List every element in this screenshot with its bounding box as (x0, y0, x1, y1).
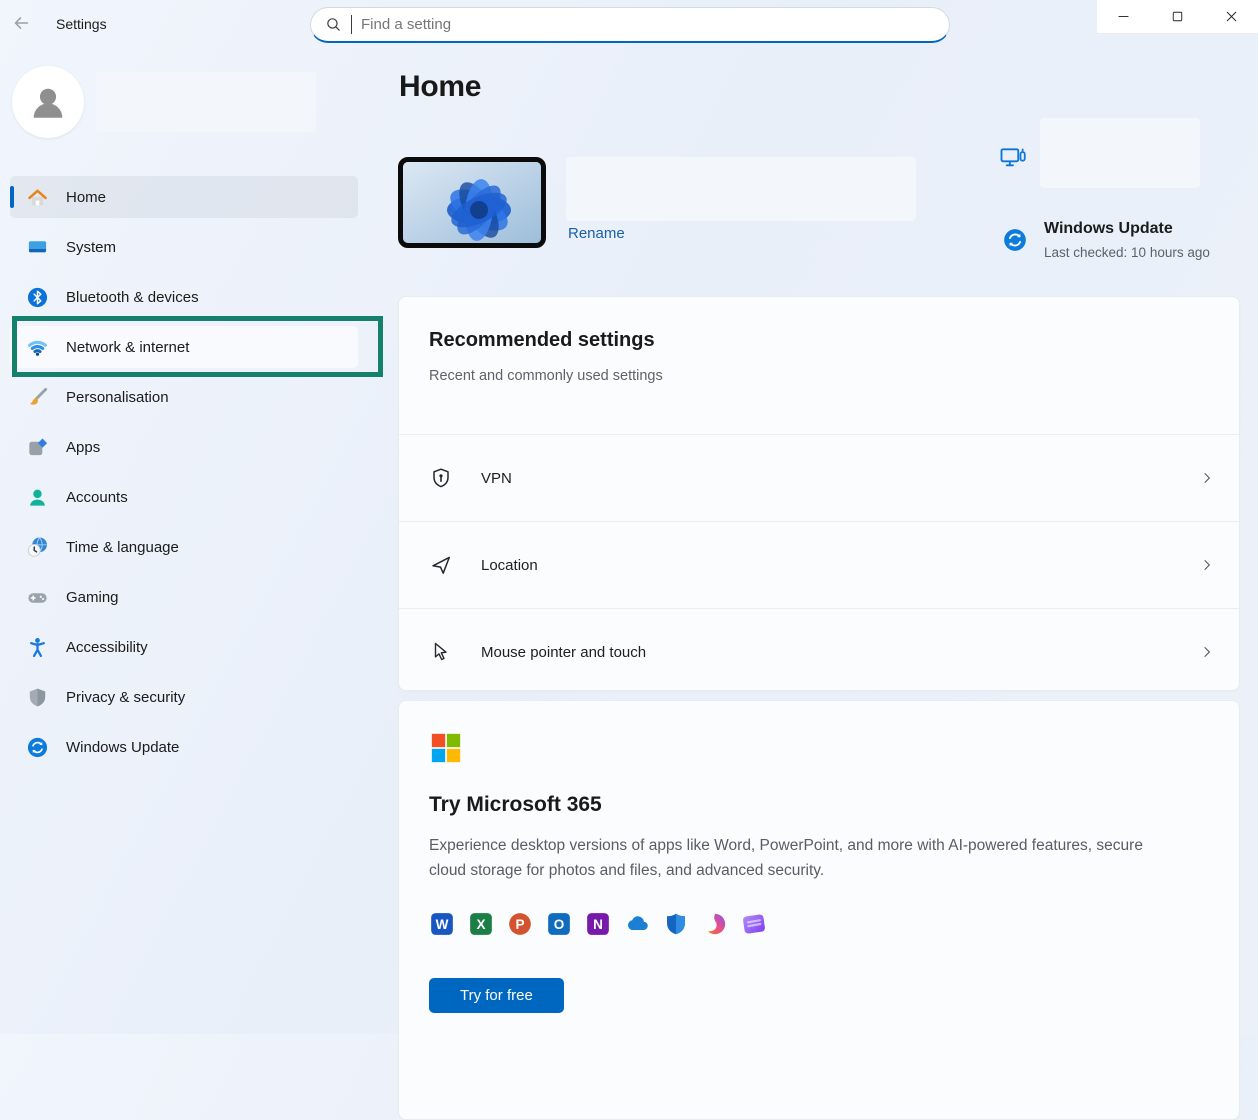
maximize-icon[interactable] (1151, 0, 1205, 33)
sidebar-item-label: Personalisation (66, 389, 169, 406)
chevron-right-icon (1199, 644, 1215, 660)
sidebar-item-accounts[interactable]: Accounts (10, 476, 358, 518)
bluetooth-icon (26, 286, 49, 309)
accounts-icon (26, 486, 49, 509)
svg-text:P: P (515, 917, 524, 932)
gaming-icon (26, 586, 49, 609)
selected-indicator-pill (10, 186, 14, 208)
recommended-settings-title: Recommended settings (429, 329, 1209, 352)
search-box[interactable] (310, 7, 950, 43)
text-caret (351, 15, 352, 34)
sidebar-item-label: Accounts (66, 489, 128, 506)
back-button[interactable] (10, 12, 32, 34)
word-icon: W (429, 911, 455, 937)
app-title: Settings (56, 16, 107, 32)
sidebar-nav: Home System Bluetooth & devices Network … (10, 176, 358, 776)
clipchamp-icon (741, 911, 767, 937)
network-icon (26, 336, 49, 359)
sidebar-item-bluetooth-devices[interactable]: Bluetooth & devices (10, 276, 358, 318)
update-icon (26, 736, 49, 759)
sidebar-item-home[interactable]: Home (10, 176, 358, 218)
connected-devices-icon (998, 143, 1028, 173)
main-content: Home Rename Windows Update Last checked:… (398, 44, 1240, 1034)
time-language-icon (26, 536, 49, 559)
chevron-right-icon (1199, 557, 1215, 573)
sidebar-item-time-language[interactable]: Time & language (10, 526, 358, 568)
vpn-shield-icon (429, 466, 453, 490)
sidebar-item-label: Home (66, 189, 106, 206)
svg-text:X: X (476, 917, 485, 932)
sidebar-item-apps[interactable]: Apps (10, 426, 358, 468)
mouse-touch-icon (429, 640, 453, 664)
microsoft-365-card: Try Microsoft 365 Experience desktop ver… (398, 700, 1240, 1120)
minimize-icon[interactable] (1097, 0, 1151, 33)
update-status-title: Windows Update (1044, 220, 1173, 238)
sidebar-item-personalisation[interactable]: Personalisation (10, 376, 358, 418)
profile-name-placeholder (96, 72, 316, 132)
recommended-row-location[interactable]: Location (399, 521, 1239, 608)
sidebar-item-label: Bluetooth & devices (66, 289, 199, 306)
recommended-row-mouse-pointer-touch[interactable]: Mouse pointer and touch (399, 608, 1239, 695)
apps-icon (26, 436, 49, 459)
sidebar-item-label: System (66, 239, 116, 256)
onenote-icon: N (585, 911, 611, 937)
sidebar-item-label: Network & internet (66, 339, 189, 356)
recommended-row-vpn[interactable]: VPN (399, 434, 1239, 521)
microsoft-365-description: Experience desktop versions of apps like… (429, 833, 1174, 883)
device-status-placeholder (1040, 118, 1200, 188)
sidebar-item-label: Privacy & security (66, 689, 185, 706)
avatar[interactable] (12, 66, 84, 138)
svg-text:W: W (436, 917, 449, 932)
system-icon (26, 236, 49, 259)
search-icon (325, 16, 342, 33)
sidebar-item-windows-update[interactable]: Windows Update (10, 726, 358, 768)
recommended-settings-subtitle: Recent and commonly used settings (429, 368, 1209, 384)
home-icon (26, 186, 49, 209)
svg-text:N: N (593, 917, 603, 932)
svg-text:O: O (554, 917, 565, 932)
search-input[interactable] (361, 16, 935, 33)
sidebar-item-label: Accessibility (66, 639, 148, 656)
sidebar-item-label: Apps (66, 439, 100, 456)
microsoft-365-title: Try Microsoft 365 (429, 793, 1209, 817)
outlook-icon: O (546, 911, 572, 937)
sidebar-item-accessibility[interactable]: Accessibility (10, 626, 358, 668)
sidebar-item-label: Time & language (66, 539, 179, 556)
recommended-settings-card: Recommended settings Recent and commonly… (398, 296, 1240, 691)
personalisation-icon (26, 386, 49, 409)
sidebar-item-system[interactable]: System (10, 226, 358, 268)
privacy-icon (26, 686, 49, 709)
microsoft-logo (429, 731, 463, 765)
rename-link[interactable]: Rename (568, 225, 625, 242)
onedrive-icon (624, 911, 650, 937)
sidebar-item-label: Windows Update (66, 739, 179, 756)
sidebar-item-network-internet[interactable]: Network & internet (10, 326, 358, 368)
excel-icon: X (468, 911, 494, 937)
update-status-subtitle: Last checked: 10 hours ago (1044, 245, 1210, 260)
microsoft-365-app-icons: WXPON (429, 911, 1209, 937)
device-thumbnail (398, 157, 546, 248)
close-icon[interactable] (1204, 0, 1258, 33)
sidebar-item-gaming[interactable]: Gaming (10, 576, 358, 618)
recommended-rows: VPN Location Mouse pointer and touch (399, 434, 1239, 695)
sidebar-item-label: Gaming (66, 589, 119, 606)
try-for-free-button[interactable]: Try for free (429, 978, 564, 1013)
sidebar-item-privacy-security[interactable]: Privacy & security (10, 676, 358, 718)
copilot-icon (702, 911, 728, 937)
powerpoint-icon: P (507, 911, 533, 937)
chevron-right-icon (1199, 470, 1215, 486)
defender-icon (663, 911, 689, 937)
page-title: Home (399, 70, 481, 104)
accessibility-icon (26, 636, 49, 659)
location-icon (429, 553, 453, 577)
recommended-settings-header: Recommended settings Recent and commonly… (399, 297, 1239, 434)
windows-update-icon (1002, 227, 1028, 253)
sidebar: Home System Bluetooth & devices Network … (0, 44, 383, 1034)
device-name-placeholder (566, 157, 916, 221)
window-controls (1097, 0, 1258, 34)
